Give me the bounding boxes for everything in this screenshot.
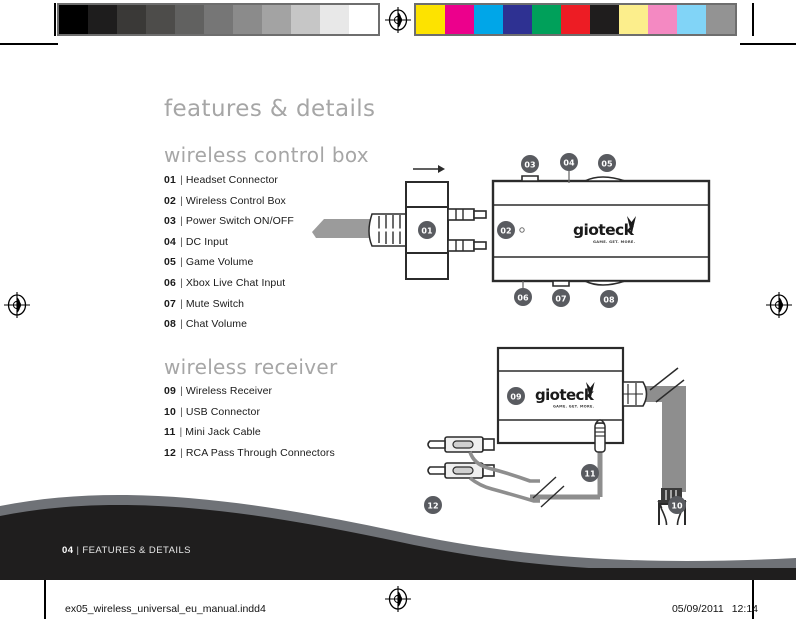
legend-row-02: 02 | Wireless Control Box [164,191,294,212]
legend-separator: | [180,256,183,269]
legend-separator: | [180,174,183,186]
legend-row-01: 01 | Headset Connector [164,170,294,191]
callout-03: 03 [521,155,539,173]
legend-label: RCA Pass Through Connectors [185,446,335,459]
legend-label: Wireless Control Box [185,194,286,207]
legend-separator: | [180,194,183,207]
legend-label: USB Connector [185,405,261,418]
legend-number: 05 [164,256,177,269]
legend-row-10: 10 | USB Connector [164,402,335,423]
legend-label: DC Input [185,235,229,248]
legend-list-control-box: 01 | Headset Connector 02 | Wireless Control … [164,170,294,335]
legend-list-receiver: 09 | Wireless Receiver 10 | USB Connector 11 | M… [164,381,335,463]
print-timestamp: 05/09/2011 12:14 [672,603,758,615]
legend-number: 12 [164,446,177,459]
callout-06: 06 [514,288,532,306]
legend-separator: | [180,215,183,228]
legend-separator: | [180,405,183,418]
svg-text:02: 02 [500,227,511,236]
callout-05: 05 [598,154,616,172]
print-time: 12:14 [731,603,758,615]
legend-row-12: 12 | RCA Pass Through Connectors [164,443,335,464]
svg-text:09: 09 [510,393,522,402]
svg-text:GAME. GET. MORE.: GAME. GET. MORE. [553,405,594,409]
strain-relief [368,213,409,247]
footer-page-number: 04 [62,545,74,556]
legend-row-07: 07 | Mute Switch [164,294,294,315]
legend-label: Mute Switch [185,297,245,310]
footer-section-name: FEATURES & DETAILS [82,545,191,556]
legend-number: 01 [164,174,177,186]
callout-09: 09 [507,387,525,405]
diagram-wireless-control-box: gioteck GAME. GET. MORE. 01 02 03 04 05 … [310,150,730,310]
jack-plug-upper [447,208,487,221]
print-sheet-number: 4 [259,603,266,615]
legend-label: Chat Volume [185,318,248,331]
legend-number: 07 [164,297,177,310]
footer-wave-band [0,470,796,580]
legend-number: 08 [164,318,177,331]
legend-separator: | [179,426,183,439]
legend-label: Mini Jack Cable [185,426,261,439]
legend-number: 03 [164,215,177,228]
legend-separator: | [180,297,183,310]
callout-08: 08 [600,290,618,308]
svg-text:05: 05 [601,160,613,169]
legend-number: 09 [164,385,177,397]
legend-number: 06 [164,276,177,289]
legend-row-03: 03 | Power Switch ON/OFF [164,211,294,232]
legend-separator: | [180,385,183,397]
manual-page: features & details wireless control box … [0,0,796,619]
svg-text:06: 06 [517,294,529,303]
legend-number: 10 [164,405,177,418]
svg-text:03: 03 [524,161,535,170]
callout-01: 01 [418,221,436,239]
legend-separator: | [180,318,183,331]
legend-row-06: 06 | Xbox Live Chat Input [164,273,294,294]
legend-number: 02 [164,194,177,207]
legend-separator: | [180,276,183,289]
legend-label: Power Switch ON/OFF [185,215,294,228]
svg-text:04: 04 [563,159,575,168]
rca-connector-upper [427,436,495,453]
callout-02: 02 [497,221,515,239]
legend-row-08: 08 | Chat Volume [164,314,294,335]
svg-text:07: 07 [555,295,566,304]
legend-number: 11 [164,426,176,439]
legend-label: Xbox Live Chat Input [185,276,286,289]
print-file-name-value: ex05_wireless_universal_eu_manual.indd [65,603,260,615]
section-title-receiver: wireless receiver [164,355,338,379]
legend-label: Headset Connector [185,174,278,186]
legend-number: 04 [164,235,177,248]
svg-text:01: 01 [421,227,433,236]
direction-arrow-icon [413,165,445,173]
legend-separator: | [180,235,183,248]
print-file-name: ex05_wireless_universal_eu_manual.indd4 [65,603,266,615]
legend-row-04: 04 | DC Input [164,232,294,253]
page-content: features & details wireless control box … [0,0,796,619]
callout-04: 04 [560,153,578,171]
legend-separator: | [180,446,183,459]
trim-rule-bottom-left [44,580,46,619]
page-title: features & details [164,96,376,122]
svg-text:gioteck: gioteck [573,221,635,239]
svg-text:gioteck: gioteck [535,386,595,404]
svg-text:GAME. GET. MORE.: GAME. GET. MORE. [593,240,635,244]
svg-text:08: 08 [603,296,615,305]
registration-target-bottom [385,586,411,612]
legend-row-09: 09 | Wireless Receiver [164,381,335,402]
legend-row-11: 11 | Mini Jack Cable [164,422,335,443]
print-date: 05/09/2011 [671,603,724,615]
jack-plug-lower [447,239,487,252]
footer-page-label: 04 | FEATURES & DETAILS [62,545,191,556]
legend-row-05: 05 | Game Volume [164,252,294,273]
receiver-cable-gland [622,381,648,407]
legend-label: Wireless Receiver [185,385,273,397]
legend-label: Game Volume [185,256,254,269]
callout-07: 07 [552,289,570,307]
